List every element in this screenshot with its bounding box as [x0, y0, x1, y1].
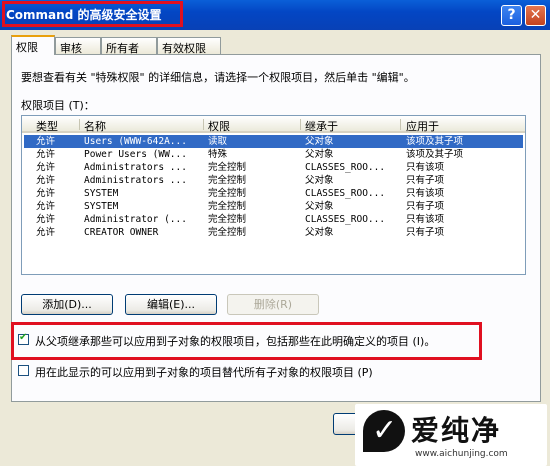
close-button[interactable]: ✕: [525, 5, 546, 26]
cell-apply-to: 只有子项: [406, 201, 445, 212]
cell-permission: 完全控制: [208, 227, 247, 238]
replace-checkbox[interactable]: [18, 365, 29, 376]
column-divider[interactable]: [400, 119, 401, 130]
cell-inherited-from: CLASSES_ROO...: [305, 188, 386, 199]
cell-inherited-from: 父对象: [305, 175, 334, 186]
column-divider[interactable]: [203, 119, 204, 130]
cell-name: Administrator (...: [84, 214, 187, 225]
watermark-name: 爱纯净: [411, 414, 502, 447]
column-divider[interactable]: [79, 119, 80, 130]
cell-permission: 完全控制: [208, 201, 247, 212]
table-row[interactable]: 允许 Administrator (... 完全控制 CLASSES_ROO... 只有…: [24, 213, 523, 226]
watermark: 爱纯净 www.aichunjing.com: [355, 404, 547, 466]
cell-permission: 特殊: [208, 149, 228, 160]
watermark-url: www.aichunjing.com: [415, 449, 508, 459]
cell-inherited-from: CLASSES_ROO...: [305, 214, 386, 225]
column-header-apply-to[interactable]: 应用于: [406, 118, 439, 134]
table-row[interactable]: 允许 Administrators ... 完全控制 CLASSES_ROO... 只有…: [24, 161, 523, 174]
cell-apply-to: 该项及其子项: [406, 136, 464, 147]
cell-apply-to: 只有该项: [406, 162, 445, 173]
table-row[interactable]: 允许 Power Users (WW... 特殊 父对象 该项及其子项: [24, 148, 523, 161]
cell-inherited-from: 父对象: [305, 227, 334, 238]
edit-button[interactable]: 编辑(E)...: [125, 294, 217, 315]
table-row[interactable]: 允许 SYSTEM 完全控制 父对象 只有子项: [24, 200, 523, 213]
inherit-highlight-box: [11, 322, 482, 360]
column-header-type[interactable]: 类型: [36, 118, 58, 134]
cell-apply-to: 只有子项: [406, 227, 445, 238]
cell-name: Users (WWW-642A...: [84, 136, 187, 147]
cell-type: 允许: [36, 162, 56, 173]
help-button[interactable]: ?: [501, 5, 522, 26]
description-text: 要想查看有关 "特殊权限" 的详细信息，请选择一个权限项目，然后单击 "编辑"。: [21, 71, 415, 84]
table-row[interactable]: 允许 Users (WWW-642A... 读取 父对象 该项及其子项: [24, 135, 523, 148]
tab-permissions[interactable]: 权限: [11, 35, 55, 55]
table-row[interactable]: 允许 Administrators ... 完全控制 父对象 只有子项: [24, 174, 523, 187]
cell-permission: 读取: [208, 136, 228, 147]
column-header-permission[interactable]: 权限: [208, 118, 230, 134]
cell-permission: 完全控制: [208, 188, 247, 199]
cell-inherited-from: 父对象: [305, 149, 334, 160]
cell-type: 允许: [36, 201, 56, 212]
cell-name: Administrators ...: [84, 162, 187, 173]
cell-permission: 完全控制: [208, 162, 247, 173]
cell-name: SYSTEM: [84, 188, 119, 199]
cell-inherited-from: 父对象: [305, 136, 334, 147]
column-divider[interactable]: [300, 119, 301, 130]
replace-checkbox-label[interactable]: 用在此显示的可以应用到子对象的项目替代所有子对象的权限项目 (P): [35, 364, 373, 380]
cell-name: Power Users (WW...: [84, 149, 187, 160]
cell-type: 允许: [36, 175, 56, 186]
cell-name: SYSTEM: [84, 201, 119, 212]
table-row[interactable]: 允许 SYSTEM 完全控制 CLASSES_ROO... 只有该项: [24, 187, 523, 200]
cell-apply-to: 该项及其子项: [406, 149, 464, 160]
cell-inherited-from: CLASSES_ROO...: [305, 162, 386, 173]
cell-permission: 完全控制: [208, 214, 247, 225]
title-bar: Command 的高级安全设置 ? ✕: [0, 0, 550, 30]
cell-name: Administrators ...: [84, 175, 187, 186]
cell-inherited-from: 父对象: [305, 201, 334, 212]
cell-name: CREATOR OWNER: [84, 227, 159, 238]
permission-entries-list[interactable]: 类型 名称 权限 继承于 应用于 允许 Users (WWW-642A... 读取父…: [21, 115, 526, 275]
list-header: 类型 名称 权限 继承于 应用于: [22, 116, 525, 133]
cell-apply-to: 只有子项: [406, 175, 445, 186]
cell-type: 允许: [36, 214, 56, 225]
cell-type: 允许: [36, 136, 56, 147]
column-header-inherited-from[interactable]: 继承于: [305, 118, 338, 134]
cell-type: 允许: [36, 227, 56, 238]
title-highlight-box: [2, 1, 183, 27]
cell-type: 允许: [36, 188, 56, 199]
cell-apply-to: 只有该项: [406, 188, 445, 199]
cell-apply-to: 只有该项: [406, 214, 445, 225]
column-header-name[interactable]: 名称: [84, 118, 106, 134]
cell-type: 允许: [36, 149, 56, 160]
tab-auditing[interactable]: 审核: [55, 37, 101, 55]
add-button[interactable]: 添加(D)...: [21, 294, 113, 315]
watermark-logo-icon: [363, 410, 405, 452]
tab-owner[interactable]: 所有者: [101, 37, 157, 55]
cell-permission: 完全控制: [208, 175, 247, 186]
tab-effective-permissions[interactable]: 有效权限: [157, 37, 221, 55]
remove-button[interactable]: 删除(R): [227, 294, 319, 315]
window-body: 权限 审核 所有者 有效权限 要想查看有关 "特殊权限" 的详细信息，请选择一个…: [3, 30, 547, 466]
table-row[interactable]: 允许 CREATOR OWNER 完全控制 父对象 只有子项: [24, 226, 523, 239]
permission-entries-label: 权限项目 (T)：: [21, 99, 95, 112]
